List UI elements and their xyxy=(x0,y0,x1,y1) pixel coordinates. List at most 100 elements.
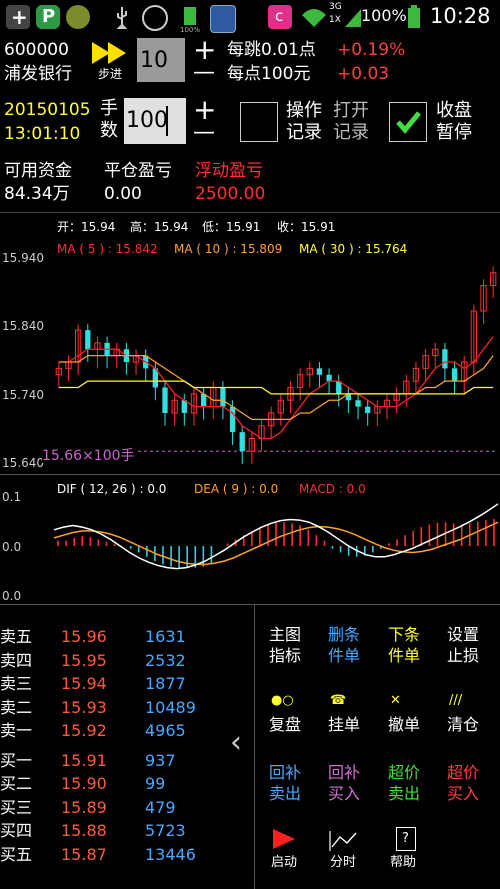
level-label: 卖五 xyxy=(0,627,33,646)
level-price: 15.92 xyxy=(61,721,107,740)
main-chart-indicator-button[interactable]: 主图 指标 xyxy=(269,625,313,669)
order-book-row[interactable]: 买三 15.89 479 xyxy=(0,798,230,818)
close-pause-label-1: 收盘 xyxy=(436,100,472,121)
level-label: 卖二 xyxy=(0,697,33,717)
level-label: 买四 xyxy=(0,821,33,840)
level-volume: 1877 xyxy=(145,674,186,693)
level-price: 15.94 xyxy=(61,674,107,693)
qty-minus-button[interactable]: — xyxy=(193,122,215,144)
order-book-row[interactable]: 卖二 15.93 10489 xyxy=(0,698,230,718)
level-volume: 2532 xyxy=(145,650,186,670)
start-button[interactable]: 启动 xyxy=(269,827,313,877)
candle-body xyxy=(355,400,361,407)
op-record-checkbox[interactable] xyxy=(240,102,278,142)
face-icon xyxy=(142,5,168,31)
qty-label-2: 数 xyxy=(100,120,118,141)
close-pl-value: 0.00 xyxy=(104,184,142,204)
candle-body xyxy=(229,406,236,433)
pending-order-button[interactable]: ☎ 挂单 xyxy=(328,693,372,737)
step-forward-icon[interactable] xyxy=(92,40,132,66)
level-volume: 1631 xyxy=(145,627,186,646)
level-label: 买三 xyxy=(0,797,33,817)
step-minus-button[interactable]: — xyxy=(193,62,215,84)
cancel-icon: ✕ xyxy=(390,693,401,708)
c-app-icon: c xyxy=(268,5,292,29)
usb-icon xyxy=(110,5,134,29)
point-value-label: 每点100元 xyxy=(227,64,311,84)
close-pause-checkbox[interactable] xyxy=(389,102,427,142)
change-percent: +0.19% xyxy=(337,40,406,60)
order-book-row[interactable]: 买一 15.91 937 xyxy=(0,751,230,771)
close-all-button[interactable]: /// 清仓 xyxy=(447,693,491,737)
button-label: 设置 止损 xyxy=(447,625,480,665)
step-input[interactable]: 10 xyxy=(137,38,185,82)
level-price: 15.89 xyxy=(61,797,107,817)
replay-button[interactable]: ●○ 复盘 xyxy=(269,693,313,737)
position-label: 15.66×100手 xyxy=(42,448,135,464)
delete-conditional-order-button[interactable]: 删条 件单 xyxy=(328,625,372,669)
order-book-row[interactable]: 买二 15.90 99 xyxy=(0,774,230,794)
button-label: 超价 卖出 xyxy=(388,763,421,803)
over-price-sell-button[interactable]: 超价 卖出 xyxy=(388,763,432,807)
pending-order-icon: ☎ xyxy=(330,693,347,708)
level-price: 15.95 xyxy=(61,650,107,670)
level-label: 买二 xyxy=(0,774,33,793)
open-record-label-1[interactable]: 打开 xyxy=(333,102,369,120)
level-label: 卖三 xyxy=(0,674,33,693)
order-book-row[interactable]: 卖五 15.96 1631 xyxy=(0,627,230,647)
op-record-label-1: 操作 xyxy=(286,100,322,121)
candle-body xyxy=(365,406,371,413)
collapse-arrow-icon[interactable]: ‹ xyxy=(230,728,242,758)
button-label: 撤单 xyxy=(388,715,421,734)
macd-chart[interactable] xyxy=(0,474,500,604)
cover-sell-button[interactable]: 回补 卖出 xyxy=(269,763,313,807)
phone-icon xyxy=(210,5,236,33)
order-book-row[interactable]: 卖一 15.92 4965 xyxy=(0,721,230,741)
stock-name: 浦发银行 xyxy=(4,64,72,84)
cover-buy-button[interactable]: 回补 买入 xyxy=(328,763,372,807)
level-price: 15.96 xyxy=(61,627,107,646)
order-book-row[interactable]: 买四 15.88 5723 xyxy=(0,821,230,841)
play-icon xyxy=(273,829,295,849)
level-volume: 10489 xyxy=(145,697,196,717)
trade-date: 20150105 xyxy=(4,100,91,120)
qty-label-1: 手 xyxy=(100,98,118,119)
candle-body xyxy=(162,387,168,413)
intraday-button[interactable]: 分时 xyxy=(328,827,372,877)
wifi-icon xyxy=(300,5,328,29)
close-all-icon: /// xyxy=(449,693,463,708)
quantity-input[interactable]: 100 xyxy=(124,98,186,144)
level-price: 15.91 xyxy=(61,750,107,770)
help-button[interactable]: ? 帮助 xyxy=(388,827,432,877)
over-price-buy-button[interactable]: 超价 买入 xyxy=(447,763,491,807)
place-conditional-order-button[interactable]: 下条 件单 xyxy=(388,625,432,669)
order-book-row[interactable]: 卖三 15.94 1877 xyxy=(0,674,230,694)
change-value: +0.03 xyxy=(337,64,390,84)
cancel-order-button[interactable]: ✕ 撤单 xyxy=(388,693,432,737)
svg-text:100%: 100% xyxy=(180,26,200,33)
funds-label: 可用资金 xyxy=(4,161,72,181)
button-label: 挂单 xyxy=(328,715,361,734)
level-price: 15.93 xyxy=(61,697,107,717)
button-label: 回补 卖出 xyxy=(269,763,302,803)
button-label: 启动 xyxy=(271,855,298,870)
order-book-row[interactable]: 买五 15.87 13446 xyxy=(0,845,230,865)
candle-body xyxy=(85,330,91,350)
order-book-row[interactable]: 卖四 15.95 2532 xyxy=(0,651,230,671)
close-pl-label: 平仓盈亏 xyxy=(104,161,172,181)
tick-size-label: 每跳0.01点 xyxy=(227,40,316,60)
game-icon xyxy=(66,5,90,29)
level-volume: 479 xyxy=(145,797,176,817)
status-bar: + P 100% c 3G 1X 100% 10:28 xyxy=(0,0,500,34)
level-label: 买一 xyxy=(0,750,33,770)
plus-icon: + xyxy=(6,5,30,29)
step-label: 步进 xyxy=(98,67,123,81)
open-record-label-2[interactable]: 记录 xyxy=(333,124,369,142)
level-volume: 13446 xyxy=(145,844,196,864)
level-price: 15.87 xyxy=(61,844,107,864)
help-icon: ? xyxy=(396,827,416,851)
level-label: 买五 xyxy=(0,844,33,864)
candlestick-chart[interactable] xyxy=(0,212,500,474)
network-top: 3G xyxy=(329,2,342,12)
set-stop-loss-button[interactable]: 设置 止损 xyxy=(447,625,491,669)
